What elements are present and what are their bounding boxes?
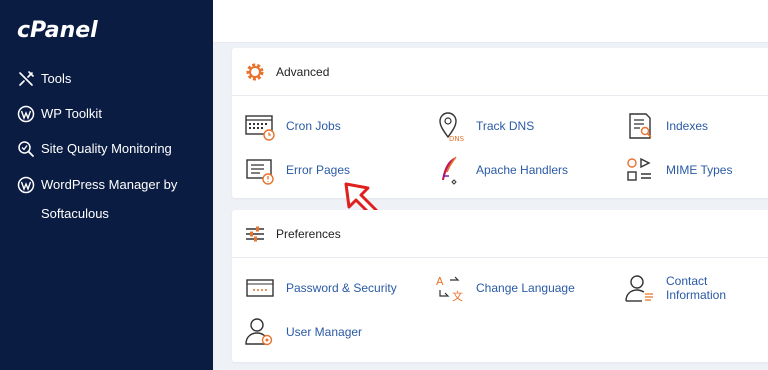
sidebar-item-wp-toolkit[interactable]: WP Toolkit [17, 105, 102, 123]
top-bar [213, 0, 768, 43]
svg-text:文: 文 [452, 289, 463, 303]
sidebar-item-site-quality-monitoring[interactable]: Site Quality Monitoring [17, 140, 172, 158]
item-label: Password & Security [286, 281, 397, 295]
item-label: Cron Jobs [286, 119, 341, 133]
track-dns-link[interactable]: DNS Track DNS [434, 110, 534, 142]
svg-text:A: A [436, 275, 444, 288]
mime-types-icon [624, 154, 656, 186]
panel-title: Preferences [276, 226, 341, 241]
sidebar-item-tools[interactable]: Tools [17, 70, 71, 88]
indexes-icon [624, 110, 656, 142]
indexes-link[interactable]: Indexes [624, 110, 708, 142]
panel-title: Advanced [276, 64, 330, 79]
svg-text:DNS: DNS [449, 135, 465, 142]
apache-handlers-icon [434, 154, 466, 186]
user-manager-icon [244, 316, 276, 348]
item-label: MIME Types [666, 163, 733, 177]
contact-information-link[interactable]: Contact Information [624, 272, 768, 304]
cron-jobs-icon [244, 110, 276, 142]
item-label: Track DNS [476, 119, 535, 133]
tools-icon [17, 70, 35, 88]
preferences-panel-header[interactable]: Preferences [232, 210, 768, 258]
change-language-icon: A文 [434, 272, 466, 304]
item-label: User Manager [286, 325, 363, 339]
sidebar-item-label: Tools [41, 71, 72, 86]
item-label: Apache Handlers [476, 163, 569, 177]
track-dns-icon: DNS [434, 110, 466, 142]
password-security-link[interactable]: Password & Security [244, 272, 397, 304]
error-pages-link[interactable]: Error Pages [244, 154, 350, 186]
password-security-icon [244, 272, 276, 304]
sidebar: cPanel Tools WP Toolkit Site Quality Mon… [0, 0, 213, 370]
item-label: Error Pages [286, 163, 351, 177]
cpanel-logo[interactable]: cPanel [17, 18, 98, 43]
sidebar-item-label: WP Toolkit [41, 106, 102, 121]
item-label: Indexes [666, 119, 709, 133]
preferences-panel: Preferences Password & Security A文 Chang… [232, 210, 768, 362]
wordpress-icon [17, 105, 35, 123]
cron-jobs-link[interactable]: Cron Jobs [244, 110, 341, 142]
contact-information-icon [624, 272, 656, 304]
apache-handlers-link[interactable]: Apache Handlers [434, 154, 568, 186]
advanced-panel-header[interactable]: Advanced [232, 48, 768, 96]
gear-icon [244, 61, 266, 83]
change-language-link[interactable]: A文 Change Language [434, 272, 575, 304]
sidebar-item-label: Site Quality Monitoring [41, 141, 172, 156]
item-label: Change Language [476, 281, 575, 295]
item-label: Contact Information [666, 274, 727, 302]
search-quality-icon [17, 140, 35, 158]
sidebar-item-wordpress-manager[interactable]: WordPress Manager by Softaculous [17, 176, 211, 228]
advanced-panel: Advanced Cron Jobs DNS Track DNS Indexes [232, 48, 768, 198]
mime-types-link[interactable]: MIME Types [624, 154, 732, 186]
sidebar-item-label: WordPress Manager by Softaculous [41, 177, 178, 221]
sliders-icon [244, 223, 266, 245]
wordpress-icon [17, 176, 35, 194]
user-manager-link[interactable]: User Manager [244, 316, 362, 348]
error-pages-icon [244, 154, 276, 186]
